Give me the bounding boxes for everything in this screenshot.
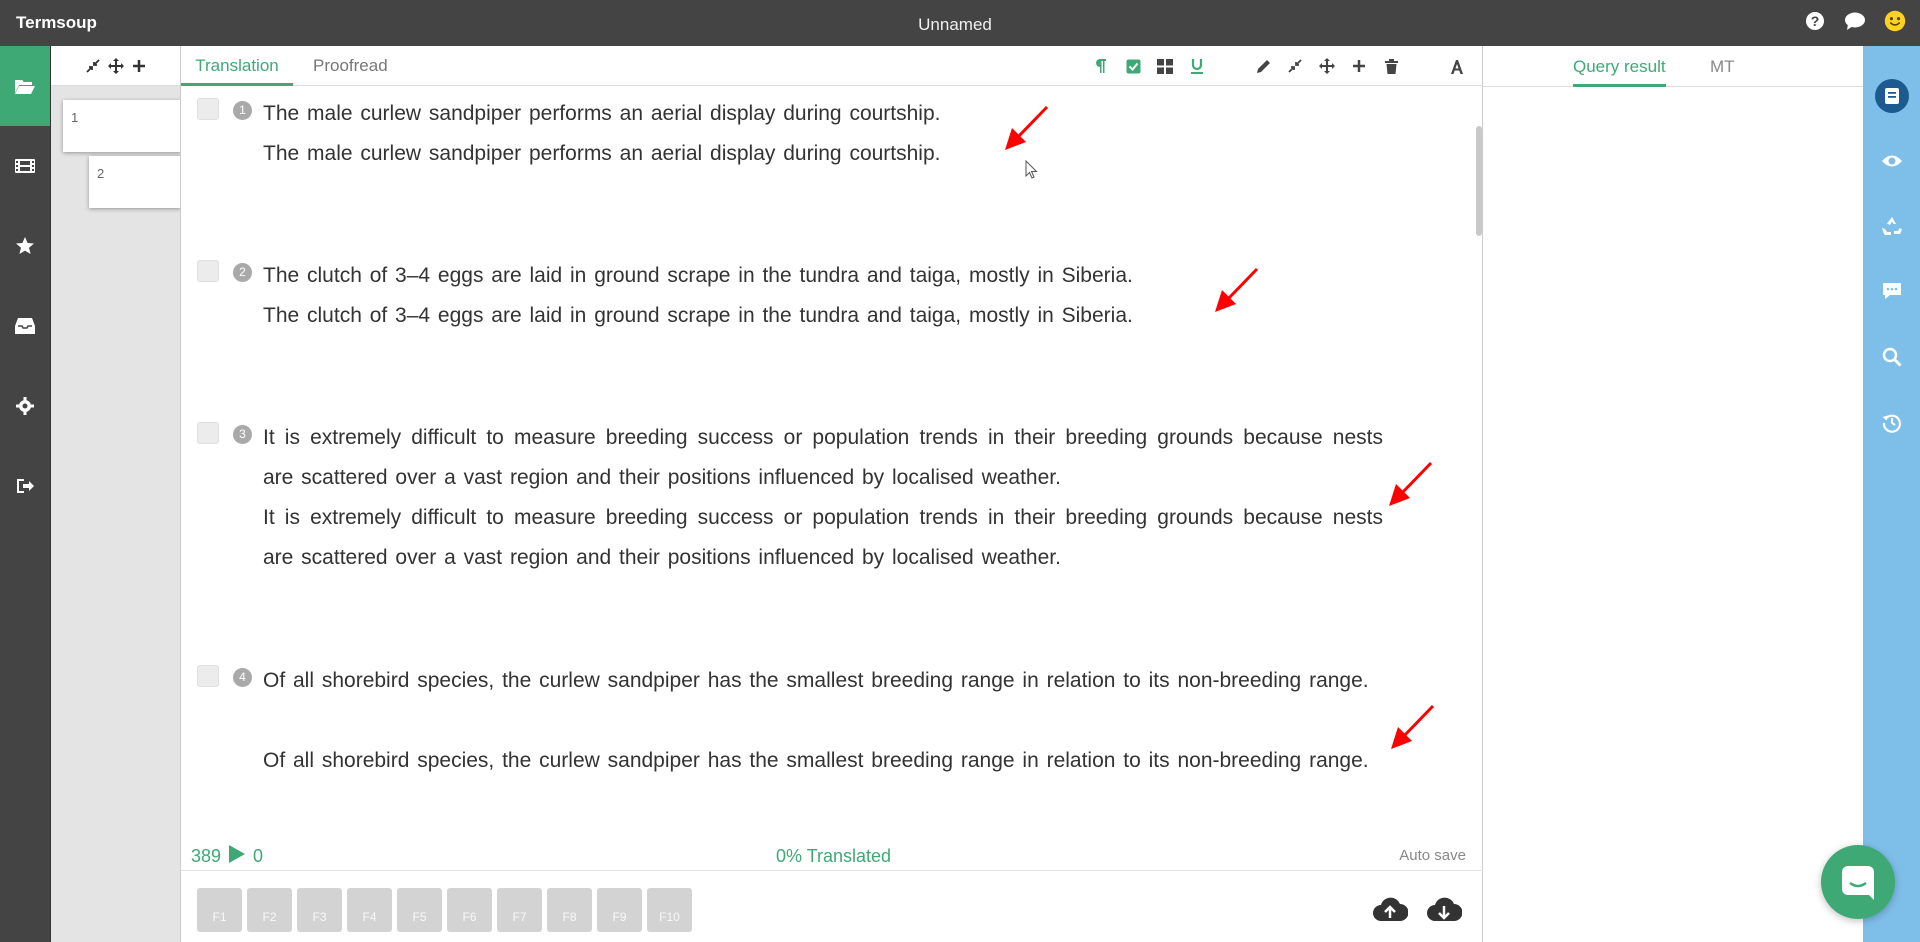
segment-list: 1 The male curlew sandpiper performs an …: [181, 86, 1476, 841]
right-icon-rail: [1863, 46, 1920, 942]
title-bar: Termsoup Unnamed ?: [0, 0, 1920, 46]
comment-icon[interactable]: [1863, 271, 1920, 311]
tab-translation[interactable]: Translation: [181, 46, 293, 86]
page-thumbnail-2[interactable]: 2: [89, 156, 181, 208]
film-icon[interactable]: [0, 126, 50, 206]
segment-number: 2: [233, 263, 252, 282]
function-key-bar: F1 F2 F3 F4 F5 F6 F7 F8 F9 F10: [197, 888, 692, 932]
f4-button[interactable]: F4: [347, 888, 392, 932]
f6-button[interactable]: F6: [447, 888, 492, 932]
inbox-icon[interactable]: [0, 286, 50, 366]
translation-progress: 0% Translated: [776, 846, 892, 866]
document-title[interactable]: Unnamed: [0, 15, 1910, 35]
underline-icon[interactable]: [1188, 56, 1206, 76]
chat-icon[interactable]: [1844, 10, 1866, 32]
history-icon[interactable]: [1863, 403, 1920, 443]
target-text[interactable]: Of all shorebird species, the curlew san…: [263, 741, 1383, 781]
mouse-cursor-icon: [1025, 160, 1038, 179]
target-text[interactable]: The male curlew sandpiper performs an ae…: [263, 134, 1383, 174]
source-text: It is extremely difficult to measure bre…: [263, 426, 1383, 489]
source-text: Of all shorebird species, the curlew san…: [263, 669, 1369, 692]
chat-bubble-icon: [1842, 866, 1874, 900]
segment-number: 1: [233, 101, 252, 120]
f5-button[interactable]: F5: [397, 888, 442, 932]
f8-button[interactable]: F8: [547, 888, 592, 932]
move-icon[interactable]: [107, 57, 124, 74]
play-icon[interactable]: [229, 845, 246, 868]
f10-button[interactable]: F10: [647, 888, 692, 932]
done-count: 0: [253, 846, 264, 866]
gear-icon[interactable]: [0, 366, 50, 446]
editor-panel: Translation Proofread 1 The male curlew …: [180, 46, 1484, 942]
check-square-icon[interactable]: [1124, 56, 1142, 76]
editor-toolbar: Translation Proofread: [181, 46, 1484, 86]
segment-checkbox[interactable]: [197, 422, 219, 444]
left-nav: [0, 46, 50, 942]
folder-open-icon[interactable]: [0, 46, 50, 126]
word-count: 389: [191, 846, 222, 866]
tab-mt[interactable]: MT: [1710, 46, 1735, 87]
tab-proofread[interactable]: Proofread: [313, 46, 388, 86]
cloud-upload-icon[interactable]: [1372, 896, 1408, 922]
segment-checkbox[interactable]: [197, 665, 219, 687]
segment-checkbox[interactable]: [197, 260, 219, 282]
plus-icon[interactable]: [1350, 56, 1368, 76]
page-thumbnail-1[interactable]: 1: [63, 100, 181, 152]
status-bar: 389 0 0% Translated Auto save: [181, 841, 1484, 871]
compress-icon[interactable]: [1286, 56, 1304, 76]
tab-query-result[interactable]: Query result: [1573, 46, 1666, 87]
f7-button[interactable]: F7: [497, 888, 542, 932]
page-thumbnails: 1 2: [50, 46, 181, 942]
font-icon[interactable]: [1448, 56, 1466, 76]
book-icon[interactable]: [1863, 76, 1920, 116]
plus-icon[interactable]: [132, 59, 146, 73]
editor-scrollbar[interactable]: [1476, 126, 1482, 236]
f1-button[interactable]: F1: [197, 888, 242, 932]
move-icon[interactable]: [1318, 56, 1336, 76]
svg-text:?: ?: [1811, 13, 1820, 29]
grid-icon[interactable]: [1156, 56, 1174, 76]
query-panel: Query result MT: [1483, 46, 1863, 942]
autosave-status: Auto save: [1399, 847, 1466, 864]
f3-button[interactable]: F3: [297, 888, 342, 932]
target-text[interactable]: It is extremely difficult to measure bre…: [263, 498, 1383, 578]
pencil-icon[interactable]: [1254, 56, 1272, 76]
compress-icon[interactable]: [85, 58, 100, 73]
segment-number: 3: [233, 425, 252, 444]
pilcrow-icon[interactable]: [1092, 56, 1110, 76]
trash-icon[interactable]: [1382, 56, 1400, 76]
smiley-avatar-icon[interactable]: [1884, 10, 1906, 32]
segment-checkbox[interactable]: [197, 98, 219, 120]
sign-out-icon[interactable]: [0, 446, 50, 526]
red-arrow-annotation: [1391, 704, 1435, 749]
red-arrow-annotation: [1005, 105, 1049, 150]
source-text: The male curlew sandpiper performs an ae…: [263, 102, 941, 125]
star-icon[interactable]: [0, 206, 50, 286]
segment-number: 4: [233, 668, 252, 687]
recycle-icon[interactable]: [1863, 206, 1920, 246]
f9-button[interactable]: F9: [597, 888, 642, 932]
search-icon[interactable]: [1863, 337, 1920, 377]
page-number: 2: [97, 166, 105, 181]
f2-button[interactable]: F2: [247, 888, 292, 932]
page-number: 1: [71, 110, 79, 125]
eye-icon[interactable]: [1863, 141, 1920, 181]
cloud-download-icon[interactable]: [1426, 896, 1462, 922]
red-arrow-annotation: [1389, 461, 1433, 506]
red-arrow-annotation: [1215, 267, 1259, 312]
support-chat-button[interactable]: [1821, 845, 1895, 919]
help-icon[interactable]: ?: [1804, 10, 1826, 32]
